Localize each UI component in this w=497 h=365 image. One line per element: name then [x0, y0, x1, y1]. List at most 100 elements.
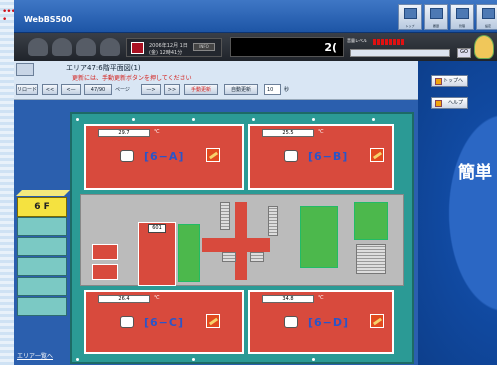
page-suffix: ページ — [115, 87, 130, 93]
interval-unit: 秒 — [284, 87, 290, 93]
dot — [252, 118, 255, 121]
floor-block[interactable] — [17, 217, 67, 236]
temp-unit: ℃ — [154, 295, 160, 301]
light-icon[interactable] — [370, 148, 384, 162]
prev-page-button[interactable]: <— — [61, 84, 81, 95]
elevator — [250, 252, 264, 262]
avatar[interactable] — [474, 35, 494, 59]
time-text: (金) 12時41分 — [149, 50, 183, 56]
page-input[interactable]: 47/90 — [84, 84, 112, 95]
dot — [312, 358, 315, 361]
next-page-button[interactable]: —> — [141, 84, 161, 95]
bell-icon[interactable] — [76, 38, 96, 56]
floor-block[interactable] — [17, 257, 67, 276]
dot — [76, 358, 79, 361]
stairs — [220, 202, 230, 230]
help-button[interactable]: ヘルプ — [431, 97, 468, 109]
message-display: 2( — [230, 37, 344, 57]
history-icon — [430, 8, 443, 19]
right-panel: トップへ ヘルプ 簡単 — [418, 61, 497, 365]
level-label: 音量レベル — [347, 38, 367, 43]
dot — [192, 358, 195, 361]
temp-unit: ℃ — [154, 129, 160, 135]
stairs — [268, 206, 278, 236]
green-zone — [354, 202, 388, 240]
title-bar: WebBS500 トップ 履歴 管理 設定 — [14, 0, 497, 33]
room-6b[interactable]: 25.5 ℃ [6−B] — [248, 124, 394, 190]
update-notice: 更新には、手動更新ボタンを押してください — [72, 75, 192, 82]
area-title: エリア47:6階平面図(1) — [66, 64, 141, 72]
green-zone — [178, 224, 200, 282]
date-text: 2006年12月 1日 — [149, 43, 188, 49]
dot — [192, 118, 195, 121]
floor-top-face — [16, 190, 70, 196]
stairs — [356, 244, 386, 274]
aircon-icon[interactable] — [120, 150, 134, 162]
red-dot-decoration: ••• • — [2, 7, 16, 25]
floor-map-area: 6 F エリア一覧へ 29.7 ℃ [6−A] 25.5 ℃ [6−B] 26.… — [14, 100, 418, 365]
date-display: 2006年12月 1日 (金) 12時41分 INFO — [126, 38, 222, 57]
location-select[interactable] — [350, 49, 450, 57]
auto-update-button[interactable]: 自動更新 — [224, 84, 258, 95]
info-button[interactable]: INFO — [193, 43, 215, 51]
interval-select[interactable]: 10 — [264, 84, 281, 95]
dot — [372, 118, 375, 121]
level-bars — [373, 39, 405, 46]
calendar-icon — [131, 42, 144, 54]
aircon-icon[interactable] — [120, 316, 134, 328]
person-icon[interactable] — [52, 38, 72, 56]
user-group-icon[interactable] — [100, 38, 120, 56]
dot — [76, 118, 79, 121]
room-name: [6−C] — [144, 316, 184, 329]
left-decorative-stripe: ••• • — [0, 0, 16, 365]
light-icon[interactable] — [370, 314, 384, 328]
navigation-panel: エリア47:6階平面図(1) 更新には、手動更新ボタンを押してください リロード… — [14, 61, 418, 100]
small-room[interactable] — [92, 264, 118, 280]
top-button[interactable]: トップへ — [431, 75, 468, 87]
aircon-icon[interactable] — [284, 316, 298, 328]
room-6d[interactable]: 34.8 ℃ [6−D] — [248, 290, 394, 354]
elevator — [222, 252, 236, 262]
light-icon[interactable] — [206, 314, 220, 328]
floor-stack: 6 F — [16, 190, 70, 325]
floor-block[interactable] — [17, 297, 67, 316]
small-room[interactable] — [92, 244, 118, 260]
room-temp: 34.8 — [262, 295, 314, 303]
floor-label[interactable]: 6 F — [17, 197, 67, 217]
monitor-icon — [404, 8, 417, 19]
temp-unit: ℃ — [318, 295, 324, 301]
app-title: WebBS500 — [24, 15, 73, 24]
floor-block[interactable] — [17, 237, 67, 256]
floor-block[interactable] — [17, 277, 67, 296]
manual-update-button[interactable]: 手動更新 — [184, 84, 218, 95]
first-page-button[interactable]: << — [42, 84, 58, 95]
history-tool-button[interactable]: 履歴 — [424, 4, 448, 30]
room-temp: 25.5 — [262, 129, 314, 137]
room-number: 601 — [148, 224, 166, 233]
reload-icon[interactable] — [16, 63, 34, 76]
temp-unit: ℃ — [318, 129, 324, 135]
last-page-button[interactable]: >> — [164, 84, 180, 95]
area-list-link[interactable]: エリア一覧へ — [17, 351, 53, 360]
phone-icon[interactable] — [28, 38, 48, 56]
monitor-tool-button[interactable]: トップ — [398, 4, 422, 30]
room-name: [6−A] — [144, 150, 185, 163]
aircon-icon[interactable] — [284, 150, 298, 162]
light-icon[interactable] — [206, 148, 220, 162]
reload-button[interactable]: リロード — [16, 84, 38, 95]
room-6c[interactable]: 26.4 ℃ [6−C] — [84, 290, 244, 354]
manage-icon — [456, 8, 469, 19]
room-name: [6−D] — [308, 316, 350, 329]
home-icon — [435, 78, 442, 85]
room-name: [6−B] — [308, 150, 349, 163]
settings-icon — [482, 8, 495, 19]
dot — [312, 118, 315, 121]
room-6a[interactable]: 29.7 ℃ [6−A] — [84, 124, 244, 190]
dot — [132, 118, 135, 121]
promo-text: 簡単 — [458, 163, 492, 183]
settings-tool-button[interactable]: 設定 — [476, 4, 497, 30]
manage-tool-button[interactable]: 管理 — [450, 4, 474, 30]
go-button[interactable]: GO — [457, 48, 471, 58]
room-temp: 26.4 — [98, 295, 150, 303]
help-icon — [435, 100, 442, 107]
